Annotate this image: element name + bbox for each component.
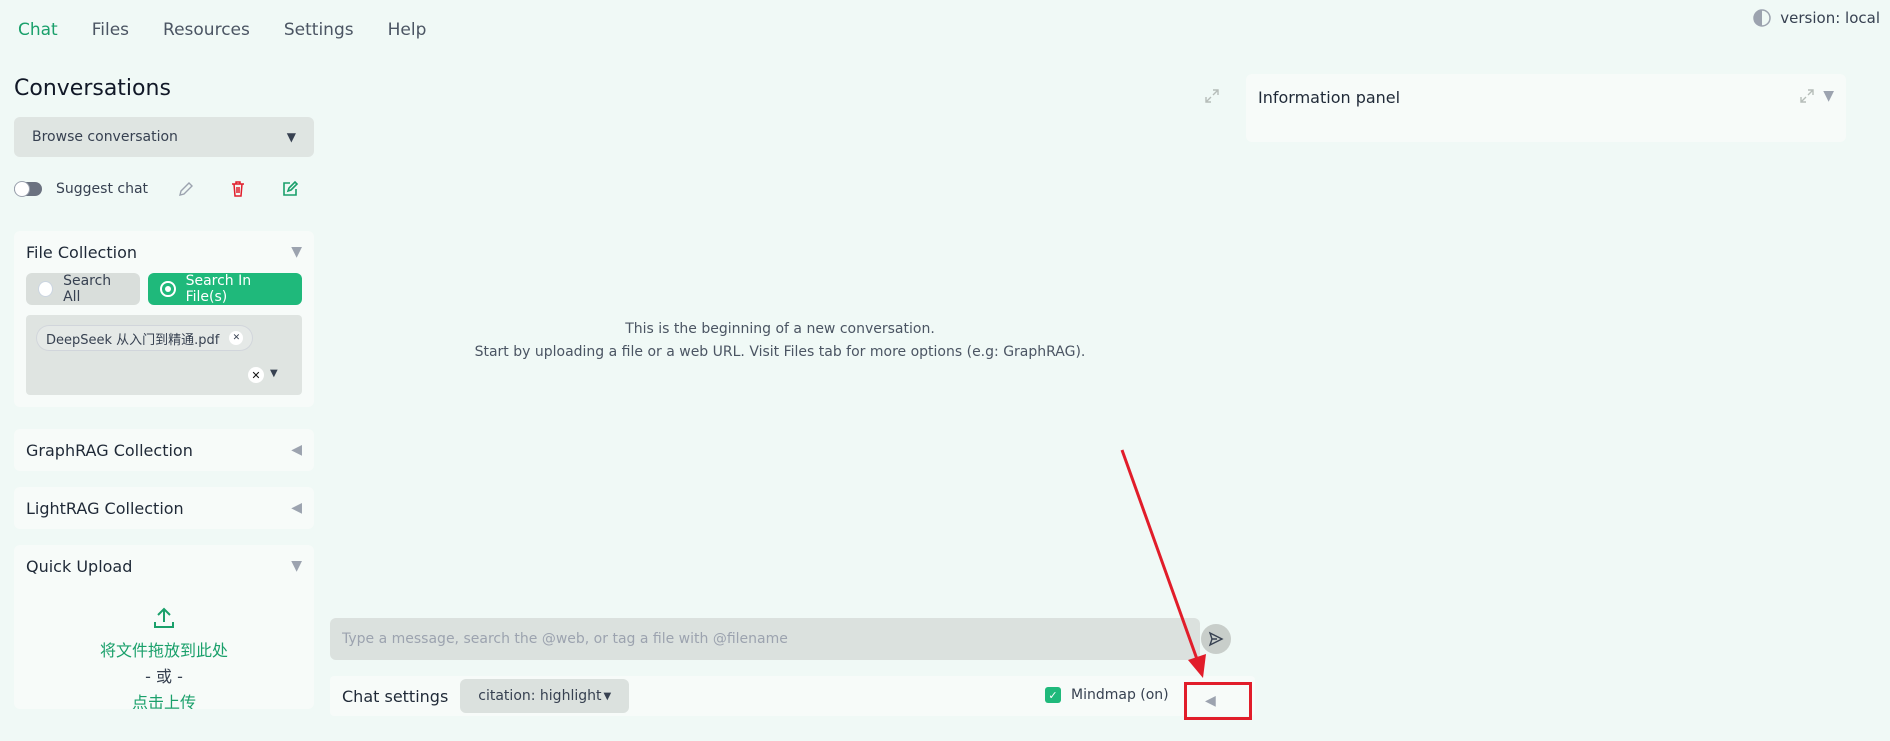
sidebar: Conversations Browse conversation ▼ Sugg… (14, 76, 314, 709)
upload-icon (154, 607, 174, 628)
lightrag-collection-title: LightRAG Collection (26, 498, 184, 518)
quick-upload-panel: Quick Upload ▼ 将文件拖放到此处 - 或 - 点击上传 (14, 545, 314, 709)
search-in-files-label: Search In File(s) (185, 273, 252, 305)
upload-click-link[interactable]: 点击上传 (14, 689, 314, 709)
quick-upload-title: Quick Upload (26, 556, 133, 576)
chevron-down-icon: ▼ (603, 690, 612, 702)
chevron-down-icon[interactable]: ▼ (270, 368, 278, 379)
clear-all-icon[interactable]: ✕ (248, 367, 264, 383)
tab-files[interactable]: Files (92, 20, 129, 40)
send-button[interactable] (1201, 624, 1231, 654)
triangle-left-icon: ◀ (291, 500, 302, 516)
graphrag-collection-title: GraphRAG Collection (26, 440, 193, 460)
collapse-info-panel-button[interactable]: ◀ (1184, 682, 1252, 720)
file-chip: DeepSeek 从入门到精通.pdf ✕ (36, 325, 254, 351)
version-area: version: local (1752, 8, 1880, 28)
search-scope-radio-group: Search All Search In File(s) (14, 273, 314, 305)
graphrag-collection-header[interactable]: GraphRAG Collection ◀ (14, 429, 314, 471)
information-panel-controls: ▼ (1799, 88, 1834, 104)
top-nav: Chat Files Resources Settings Help (18, 20, 426, 40)
citation-select[interactable]: citation: highlight ▼ (460, 679, 630, 713)
graphrag-collection-panel: GraphRAG Collection ◀ (14, 429, 314, 471)
empty-message-line1: This is the beginning of a new conversat… (625, 321, 935, 337)
search-all-radio[interactable]: Search All (26, 273, 141, 305)
triangle-left-icon: ◀ (291, 442, 302, 458)
tab-settings[interactable]: Settings (284, 20, 354, 40)
mindmap-label: Mindmap (on) (1071, 687, 1169, 703)
file-collection-title: File Collection (26, 242, 137, 262)
lightrag-collection-header[interactable]: LightRAG Collection ◀ (14, 487, 314, 529)
suggest-chat-row: Suggest chat (14, 177, 314, 201)
expand-icon[interactable] (1204, 88, 1220, 104)
file-collection-panel: File Collection ▼ Search All Search In F… (14, 231, 314, 407)
search-in-files-radio[interactable]: Search In File(s) (148, 273, 302, 305)
new-conversation-icon[interactable] (280, 179, 300, 199)
browse-conversation-select[interactable]: Browse conversation ▼ (14, 117, 314, 157)
triangle-down-icon[interactable]: ▼ (1823, 88, 1834, 104)
rename-pencil-icon[interactable] (176, 179, 196, 199)
file-multiselect[interactable]: DeepSeek 从入门到精通.pdf ✕ ✕ ▼ (26, 315, 302, 395)
citation-value: citation: highlight (478, 688, 602, 704)
mindmap-checkbox-row[interactable]: ✓ Mindmap (on) (1045, 687, 1169, 703)
upload-drop-text: 将文件拖放到此处 (99, 641, 228, 660)
upload-dropzone[interactable]: 将文件拖放到此处 - 或 - 点击上传 (14, 587, 314, 709)
search-all-label: Search All (63, 273, 112, 305)
app-root: Chat Files Resources Settings Help versi… (0, 0, 1890, 741)
expand-icon[interactable] (1799, 88, 1815, 104)
radio-dot (160, 281, 176, 297)
empty-conversation-message: This is the beginning of a new conversat… (330, 318, 1230, 364)
chat-settings-label: Chat settings (342, 686, 449, 706)
chat-settings-bar: Chat settings citation: highlight ▼ ✓ Mi… (330, 676, 1255, 716)
remove-file-icon[interactable]: ✕ (229, 331, 244, 345)
triangle-left-icon: ◀ (1205, 693, 1216, 709)
tab-help[interactable]: Help (388, 20, 427, 40)
triangle-down-icon: ▼ (291, 244, 302, 260)
chevron-down-icon: ▼ (286, 130, 296, 144)
lightrag-collection-panel: LightRAG Collection ◀ (14, 487, 314, 529)
information-panel: Information panel ▼ (1246, 74, 1846, 142)
quick-upload-header[interactable]: Quick Upload ▼ (14, 545, 314, 587)
send-icon (1208, 631, 1224, 647)
suggest-chat-label: Suggest chat (56, 181, 149, 197)
conversations-title: Conversations (14, 76, 171, 101)
information-panel-title: Information panel (1258, 88, 1401, 107)
upload-or-text: - 或 - (145, 667, 183, 686)
browse-placeholder: Browse conversation (32, 129, 178, 145)
file-collection-header[interactable]: File Collection ▼ (14, 231, 314, 273)
theme-toggle-icon[interactable] (1752, 8, 1772, 28)
suggest-chat-toggle[interactable] (14, 181, 42, 197)
triangle-down-icon: ▼ (291, 558, 302, 574)
empty-message-line2: Start by uploading a file or a web URL. … (474, 344, 1086, 360)
mindmap-checkbox[interactable]: ✓ (1045, 687, 1061, 703)
tab-chat[interactable]: Chat (18, 20, 58, 40)
message-input[interactable] (330, 618, 1200, 660)
radio-dot (38, 281, 54, 297)
tab-resources[interactable]: Resources (163, 20, 250, 40)
file-chip-label: DeepSeek 从入门到精通.pdf (46, 332, 220, 348)
delete-trash-icon[interactable] (228, 179, 248, 199)
version-label: version: local (1780, 9, 1880, 27)
conversation-actions (176, 179, 300, 199)
